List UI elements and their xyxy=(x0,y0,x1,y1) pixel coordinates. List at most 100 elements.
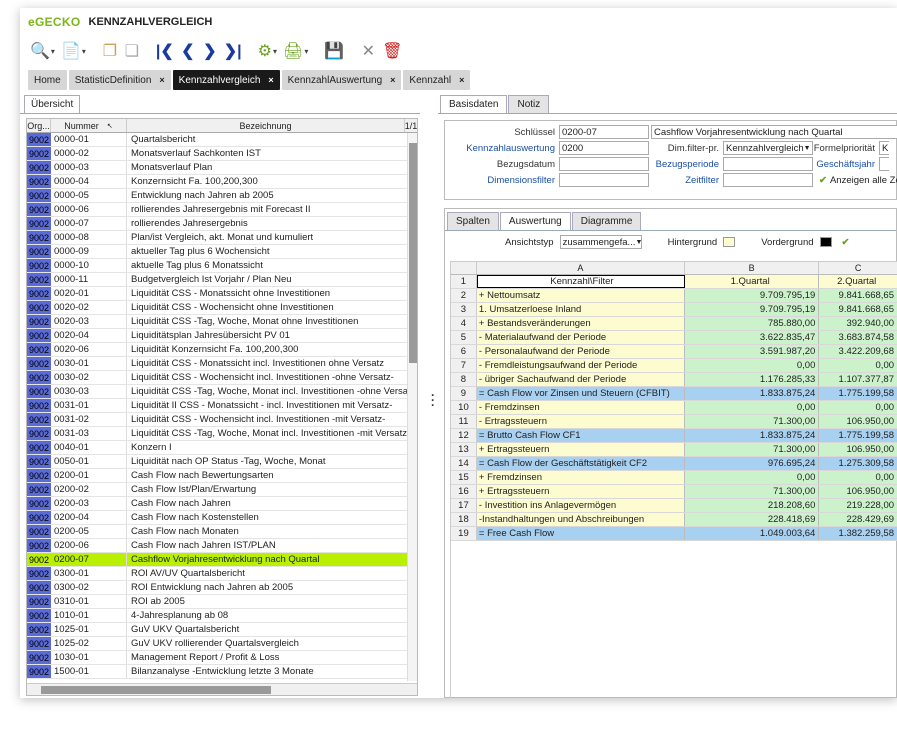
table-row[interactable]: 9002 0000-09 aktueller Tag plus 6 Wochensi… xyxy=(27,245,417,259)
print-icon[interactable]: 🖨 ▾ xyxy=(281,40,310,62)
copy-icon[interactable]: ❐ xyxy=(100,40,120,62)
cell-c[interactable]: 1.275.309,58 xyxy=(819,457,897,470)
column-header-b[interactable]: B xyxy=(685,262,820,274)
table-row[interactable]: 9002 0310-01 ROI ab 2005 xyxy=(27,595,417,609)
cell-b[interactable]: 1.176.285,33 xyxy=(684,373,820,386)
cell-b[interactable]: 1.049.003,64 xyxy=(684,527,820,540)
sheet-row[interactable]: 17 - Investition ins Anlagevermögen 218.2… xyxy=(451,499,897,513)
table-row[interactable]: 9002 1025-02 GuV UKV rollierender Quartals… xyxy=(27,637,417,651)
table-row[interactable]: 9002 0300-01 ROI AV/UV Quartalsbericht xyxy=(27,567,417,581)
table-row[interactable]: 9002 0000-10 aktuelle Tag plus 6 Monatssic… xyxy=(27,259,417,273)
table-row[interactable]: 9002 1030-01 Management Report / Profit & … xyxy=(27,651,417,665)
tab-notiz[interactable]: Notiz xyxy=(508,95,550,113)
table-row[interactable]: 9002 0020-04 Liquiditätsplan Jahresübersic… xyxy=(27,329,417,343)
sheet-row[interactable]: 14 = Cash Flow der Geschäftstätigkeit CF2… xyxy=(451,457,897,471)
table-row[interactable]: 9002 0000-02 Monatsverlauf Sachkonten IST xyxy=(27,147,417,161)
vordergrund-color-swatch[interactable] xyxy=(819,237,832,247)
kennzahlauswertung-link[interactable]: Kennzahlauswertung xyxy=(445,143,559,154)
kennzahlauswertung-input[interactable]: 0200 xyxy=(559,141,649,155)
cell-b[interactable]: 71.300,00 xyxy=(684,415,820,428)
close-tab-icon[interactable]: × xyxy=(459,75,464,85)
new-document-icon[interactable]: 📄 ▾ xyxy=(59,40,88,62)
sheet-row[interactable]: 2 + Nettoumsatz 9.709.795,19 9.841.668,65 xyxy=(451,289,897,303)
cell-b[interactable]: 9.709.795,19 xyxy=(684,289,820,302)
column-header-nummer[interactable]: Nummer ↖ xyxy=(51,119,127,132)
checkmark-icon[interactable]: ✔ xyxy=(819,175,827,186)
cell-c[interactable]: 1.107.377,87 xyxy=(819,373,897,386)
schluessel-description[interactable]: Cashflow Vorjahresentwicklung nach Quart… xyxy=(651,125,897,139)
cell-c[interactable]: 2.Quartal xyxy=(819,275,897,288)
cell-a[interactable]: - Fremdleistungsaufwand der Periode xyxy=(476,359,685,372)
dimensionsfilter-link[interactable]: Dimensionsfilter xyxy=(445,175,559,186)
cell-b[interactable]: 3.591.987,20 xyxy=(684,345,820,358)
schluessel-input[interactable]: 0200-07 xyxy=(559,125,649,139)
sheet-row[interactable]: 1 Kennzahl\Filter 1.Quartal 2.Quartal xyxy=(451,275,897,289)
cell-a[interactable]: + Nettoumsatz xyxy=(476,289,685,302)
tab-kennzahlvergleich[interactable]: Kennzahlvergleich × xyxy=(172,70,280,90)
cell-a[interactable]: = Free Cash Flow xyxy=(476,527,685,540)
geschaeftsjahr-link[interactable]: Geschäftsjahr xyxy=(813,159,879,170)
hintergrund-color-swatch[interactable] xyxy=(723,237,736,247)
cell-b[interactable]: 976.695,24 xyxy=(684,457,820,470)
scrollbar-thumb[interactable] xyxy=(41,686,271,694)
bezugsdatum-input[interactable] xyxy=(559,157,649,171)
column-header-org[interactable]: Org... xyxy=(27,119,51,132)
table-row[interactable]: 9002 0200-06 Cash Flow nach Jahren IST/PLA… xyxy=(27,539,417,553)
cell-b[interactable]: 1.833.875,24 xyxy=(684,387,820,400)
sheet-row[interactable]: 13 + Ertragssteuern 71.300,00 106.950,00 xyxy=(451,443,897,457)
table-row[interactable]: 9002 0030-02 Liquidität CSS - Wochensicht … xyxy=(27,371,417,385)
table-row[interactable]: 9002 0020-03 Liquidität CSS -Tag, Woche, M… xyxy=(27,315,417,329)
table-row[interactable]: 9002 0040-01 Konzern I xyxy=(27,441,417,455)
previous-record-icon[interactable]: ❮ xyxy=(178,40,198,62)
sheet-row[interactable]: 19 = Free Cash Flow 1.049.003,64 1.382.259,… xyxy=(451,527,897,541)
sheet-row[interactable]: 10 - Fremdzinsen 0,00 0,00 xyxy=(451,401,897,415)
table-row[interactable]: 9002 0050-01 Liquidität nach OP Status -Ta… xyxy=(27,455,417,469)
column-header-a[interactable]: A xyxy=(477,262,685,274)
table-row[interactable]: 9002 0020-01 Liquidität CSS - Monatssicht … xyxy=(27,287,417,301)
sheet-row[interactable]: 3 1. Umsatzerloese Inland 9.709.795,19 9.8… xyxy=(451,303,897,317)
table-row[interactable]: 9002 0200-02 Cash Flow Ist/Plan/Erwartung xyxy=(27,483,417,497)
cell-a[interactable]: - übriger Sachaufwand der Periode xyxy=(476,373,685,386)
table-row[interactable]: 9002 0000-04 Konzernsicht Fa. 100,200,300 xyxy=(27,175,417,189)
paste-icon[interactable]: ❏ xyxy=(122,40,142,62)
cell-c[interactable]: 106.950,00 xyxy=(819,443,897,456)
cell-c[interactable]: 0,00 xyxy=(819,359,897,372)
sheet-row[interactable]: 4 + Bestandsveränderungen 785.880,00 392.94… xyxy=(451,317,897,331)
sheet-row[interactable]: 15 + Fremdzinsen 0,00 0,00 xyxy=(451,471,897,485)
cell-c[interactable]: 228.429,69 xyxy=(819,513,897,526)
sheet-row[interactable]: 7 - Fremdleistungsaufwand der Periode 0,0… xyxy=(451,359,897,373)
cell-c[interactable]: 0,00 xyxy=(819,401,897,414)
cell-a[interactable]: + Ertragssteuern xyxy=(476,485,685,498)
table-row[interactable]: 9002 0200-01 Cash Flow nach Bewertungsarte… xyxy=(27,469,417,483)
sheet-row[interactable]: 6 - Personalaufwand der Periode 3.591.987… xyxy=(451,345,897,359)
cell-a[interactable]: - Investition ins Anlagevermögen xyxy=(476,499,685,512)
table-row[interactable]: 9002 0200-07 Cashflow Vorjahresentwicklung… xyxy=(27,553,417,567)
save-icon[interactable]: 💾 xyxy=(322,40,346,62)
cell-b[interactable]: 9.709.795,19 xyxy=(684,303,820,316)
bezugsperiode-link[interactable]: Bezugsperiode xyxy=(649,159,723,170)
cell-b[interactable]: 785.880,00 xyxy=(684,317,820,330)
table-row[interactable]: 9002 1010-01 4-Jahresplanung ab 08 xyxy=(27,609,417,623)
cell-a[interactable]: = Brutto Cash Flow CF1 xyxy=(476,429,685,442)
tab-auswertung[interactable]: Auswertung xyxy=(499,212,571,230)
zeitfilter-input[interactable] xyxy=(723,173,813,187)
scrollbar-thumb[interactable] xyxy=(409,143,417,363)
zeitfilter-link[interactable]: Zeitfilter xyxy=(649,175,723,186)
table-row[interactable]: 9002 0031-01 Liquidität II CSS - Monatssic… xyxy=(27,399,417,413)
table-row[interactable]: 9002 0000-08 Plan/ist Vergleich, akt. Mona… xyxy=(27,231,417,245)
sheet-row[interactable]: 11 - Ertragssteuern 71.300,00 106.950,00 xyxy=(451,415,897,429)
tab-home[interactable]: Home xyxy=(28,70,67,90)
table-row[interactable]: 9002 0000-07 rollierendes Jahresergebnis xyxy=(27,217,417,231)
cell-b[interactable]: 3.622.835,47 xyxy=(684,331,820,344)
sheet-row[interactable]: 9 = Cash Flow vor Zinsen und Steuern (CFB… xyxy=(451,387,897,401)
tab-kennzahl[interactable]: Kennzahl × xyxy=(403,70,471,90)
table-row[interactable]: 9002 0000-06 rollierendes Jahresergebnis m… xyxy=(27,203,417,217)
column-header-c[interactable]: C xyxy=(819,262,897,274)
ansichtstyp-select[interactable]: zusammengefa...▼ xyxy=(559,235,642,249)
table-row[interactable]: 9002 0000-03 Monatsverlauf Plan xyxy=(27,161,417,175)
next-record-icon[interactable]: ❯ xyxy=(200,40,220,62)
cell-c[interactable]: 392.940,00 xyxy=(819,317,897,330)
table-row[interactable]: 9002 0200-03 Cash Flow nach Jahren xyxy=(27,497,417,511)
tab-uebersicht[interactable]: Übersicht xyxy=(24,95,81,113)
cell-b[interactable]: 0,00 xyxy=(684,401,820,414)
